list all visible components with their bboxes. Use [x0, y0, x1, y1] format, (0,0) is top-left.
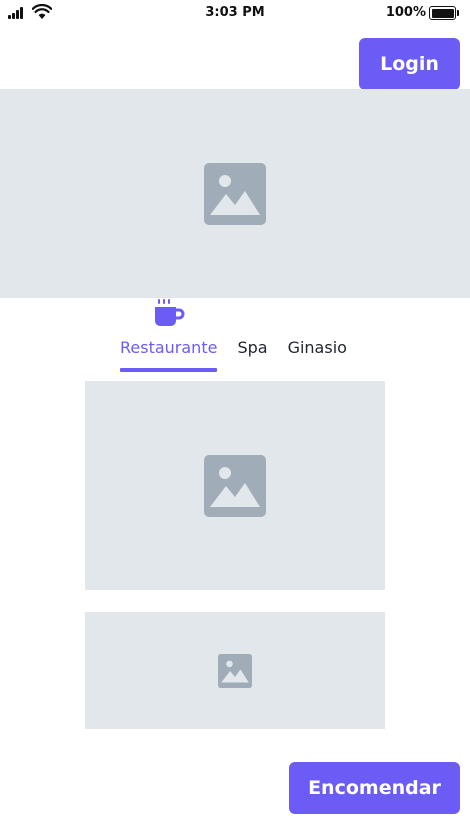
image-icon [218, 653, 252, 688]
login-button[interactable]: Login [359, 38, 460, 90]
tab-spa[interactable]: Spa [237, 338, 267, 372]
image-icon [204, 454, 266, 517]
tab-restaurante[interactable]: Restaurante [120, 338, 218, 372]
battery-icon [429, 6, 459, 20]
battery-percent: 100% [385, 5, 426, 20]
app-screen: 3:03 PM 100% Login Restaurante Spa Ginas… [0, 0, 470, 835]
content-image-large [85, 381, 385, 590]
coffee-icon [155, 299, 185, 326]
image-icon [204, 162, 266, 225]
tab-ginasio[interactable]: Ginasio [288, 338, 347, 372]
category-tabs: Restaurante Spa Ginasio [120, 338, 367, 372]
hero-image [0, 89, 470, 298]
status-bar: 3:03 PM 100% [0, 0, 470, 28]
order-button[interactable]: Encomendar [289, 762, 460, 814]
content-image-small [85, 612, 385, 729]
